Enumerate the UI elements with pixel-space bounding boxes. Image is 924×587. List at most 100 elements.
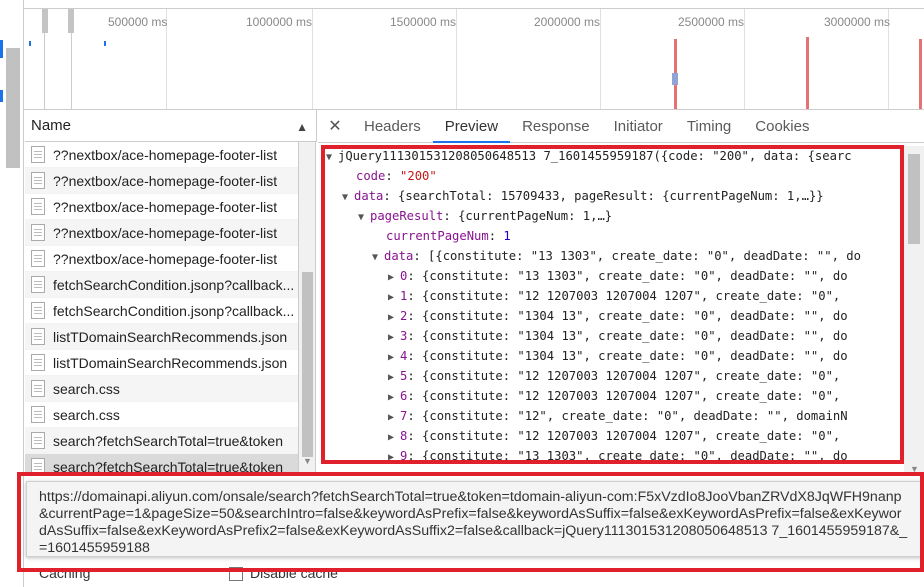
request-row[interactable]: listTDomainSearchRecommends.json	[25, 324, 298, 350]
file-icon	[31, 250, 45, 267]
request-name: ??nextbox/ace-homepage-footer-list	[53, 224, 278, 241]
preview-scrollbar[interactable]: ▼	[904, 146, 924, 476]
request-row[interactable]: ??nextbox/ace-homepage-footer-list	[25, 168, 298, 194]
network-overview-timeline[interactable]: 500000 ms 1000000 ms 1500000 ms 2000000 …	[24, 8, 924, 110]
tree-node-root[interactable]: ▼ jQuery111301531208050648513 7_160145595…	[322, 146, 902, 166]
collapsed-triangle-icon[interactable]: ▶	[388, 288, 400, 308]
request-row[interactable]: fetchSearchCondition.jsonp?callback...	[25, 298, 298, 324]
tab-initiator[interactable]: Initiator	[602, 110, 675, 143]
tooltip-url-text: https://domainapi.aliyun.com/onsale/sear…	[39, 489, 908, 556]
property-key: data	[354, 189, 384, 203]
right-drag-handle[interactable]	[68, 9, 74, 33]
file-icon	[31, 302, 45, 319]
request-row[interactable]: ??nextbox/ace-homepage-footer-list	[25, 220, 298, 246]
disable-cache-checkbox[interactable]	[229, 567, 243, 581]
tree-node-data-array[interactable]: ▼ data: [{constitute: "13 1303", create_d…	[322, 246, 902, 266]
collapsed-triangle-icon[interactable]: ▶	[388, 448, 400, 462]
tree-node-item[interactable]: ▶ 8: {constitute: "12 1207003 1207004 120…	[322, 426, 902, 446]
request-marker	[29, 41, 31, 46]
collapsed-triangle-icon[interactable]: ▶	[388, 308, 400, 328]
collapsed-triangle-icon[interactable]: ▶	[388, 328, 400, 348]
property-key: pageResult	[370, 209, 444, 223]
details-tab-bar: ✕ Headers Preview Response Initiator Tim…	[318, 110, 924, 143]
array-item-value: {constitute: "1304 13", create_date: "0"…	[422, 329, 848, 343]
scrollbar-thumb[interactable]	[908, 154, 920, 244]
tab-headers[interactable]: Headers	[352, 110, 433, 143]
grid-line	[600, 9, 601, 109]
request-name: search.css	[53, 380, 120, 397]
tab-preview[interactable]: Preview	[432, 110, 511, 143]
tree-node-item[interactable]: ▶ 9: {constitute: "13 1303", create_date:…	[322, 446, 902, 462]
property-value: {searchTotal: 15709433, pageResult: {cur…	[398, 189, 824, 203]
tree-node-data[interactable]: ▼ data: {searchTotal: 15709433, pageResul…	[322, 186, 902, 206]
array-item-value: {constitute: "13 1303", create_date: "0"…	[422, 449, 848, 462]
tab-response[interactable]: Response	[510, 110, 602, 143]
collapsed-triangle-icon[interactable]: ▶	[388, 348, 400, 368]
request-row[interactable]: ??nextbox/ace-homepage-footer-list	[25, 246, 298, 272]
request-name: ??nextbox/ace-homepage-footer-list	[53, 250, 278, 267]
tree-node-pageresult[interactable]: ▼ pageResult: {currentPageNum: 1,…}	[322, 206, 902, 226]
left-drag-handle[interactable]	[42, 9, 48, 33]
left-scrollbar-thumb[interactable]	[6, 48, 20, 168]
request-row[interactable]: search.css	[25, 402, 298, 428]
scroll-down-arrow-icon[interactable]: ▼	[910, 464, 919, 474]
request-list[interactable]: ??nextbox/ace-homepage-footer-list ??nex…	[25, 142, 299, 472]
expanded-triangle-icon[interactable]: ▼	[342, 188, 354, 208]
selection-marker	[0, 90, 3, 102]
tree-node-item[interactable]: ▶ 6: {constitute: "12 1207003 1207004 120…	[322, 386, 902, 406]
tab-cookies[interactable]: Cookies	[743, 110, 821, 143]
collapsed-triangle-icon[interactable]: ▶	[388, 428, 400, 448]
request-name: search?fetchSearchTotal=true&token	[53, 458, 283, 473]
tree-node-item[interactable]: ▶ 0: {constitute: "13 1303", create_date:…	[322, 266, 902, 286]
request-marker	[104, 41, 106, 46]
tree-node-item[interactable]: ▶ 5: {constitute: "12 1207003 1207004 120…	[322, 366, 902, 386]
tick-label: 500000 ms	[108, 15, 168, 29]
name-column-header[interactable]: Name ▲	[25, 110, 317, 142]
property-value: 1	[503, 229, 511, 243]
array-item-value: {constitute: "12 1207003 1207004 1207", …	[422, 369, 841, 383]
array-item-value: {constitute: "1304 13", create_date: "0"…	[422, 309, 848, 323]
expanded-triangle-icon[interactable]: ▼	[358, 208, 370, 228]
request-row[interactable]: fetchSearchCondition.jsonp?callback...	[25, 272, 298, 298]
expanded-triangle-icon[interactable]: ▼	[326, 148, 338, 168]
grid-line	[312, 9, 313, 109]
tree-node-item[interactable]: ▶ 2: {constitute: "1304 13", create_date:…	[322, 306, 902, 326]
request-row[interactable]: ??nextbox/ace-homepage-footer-list	[25, 194, 298, 220]
request-row-selected[interactable]: search?fetchSearchTotal=true&token	[25, 454, 298, 472]
sort-ascending-icon[interactable]: ▲	[296, 120, 308, 134]
tree-node-item[interactable]: ▶ 7: {constitute: "12", create_date: "0",…	[322, 406, 902, 426]
tree-node-item[interactable]: ▶ 4: {constitute: "1304 13", create_date:…	[322, 346, 902, 366]
request-row[interactable]: ??nextbox/ace-homepage-footer-list	[25, 142, 298, 168]
request-row[interactable]: search.css	[25, 376, 298, 402]
expanded-triangle-icon[interactable]: ▼	[372, 248, 384, 268]
root-value: jQuery111301531208050648513 7_1601455959…	[338, 149, 852, 163]
tree-node-code: code: "200"	[356, 169, 437, 183]
tick-label: 2000000 ms	[534, 15, 601, 29]
request-bar	[919, 39, 922, 109]
property-key: code	[356, 169, 386, 183]
request-name: ??nextbox/ace-homepage-footer-list	[53, 172, 278, 189]
tree-node-item[interactable]: ▶ 1: {constitute: "12 1207003 1207004 120…	[322, 286, 902, 306]
response-preview-tree[interactable]: ▼ jQuery111301531208050648513 7_160145595…	[322, 146, 902, 462]
request-name: listTDomainSearchRecommends.json	[53, 354, 288, 371]
property-value: "200"	[400, 169, 437, 183]
request-list-scrollbar[interactable]: ▼	[299, 142, 316, 472]
tab-timing[interactable]: Timing	[675, 110, 743, 143]
request-row[interactable]: listTDomainSearchRecommends.json	[25, 350, 298, 376]
request-name: fetchSearchCondition.jsonp?callback...	[53, 302, 295, 319]
tree-node-item[interactable]: ▶ 3: {constitute: "1304 13", create_date:…	[322, 326, 902, 346]
collapsed-triangle-icon[interactable]: ▶	[388, 268, 400, 288]
name-header-label: Name	[31, 117, 72, 134]
close-icon[interactable]: ✕	[318, 116, 352, 136]
scrollbar-thumb[interactable]	[302, 272, 313, 457]
array-item-value: {constitute: "12", create_date: "0", dea…	[422, 409, 848, 423]
request-row[interactable]: search?fetchSearchTotal=true&token	[25, 428, 298, 454]
collapsed-triangle-icon[interactable]: ▶	[388, 408, 400, 428]
file-icon	[31, 432, 45, 449]
collapsed-triangle-icon[interactable]: ▶	[388, 368, 400, 388]
disable-cache-label[interactable]: Disable cache	[250, 565, 338, 581]
collapsed-triangle-icon[interactable]: ▶	[388, 388, 400, 408]
file-icon	[31, 172, 45, 189]
overview-selection-window[interactable]	[42, 9, 74, 109]
scroll-down-arrow-icon[interactable]: ▼	[303, 456, 312, 466]
